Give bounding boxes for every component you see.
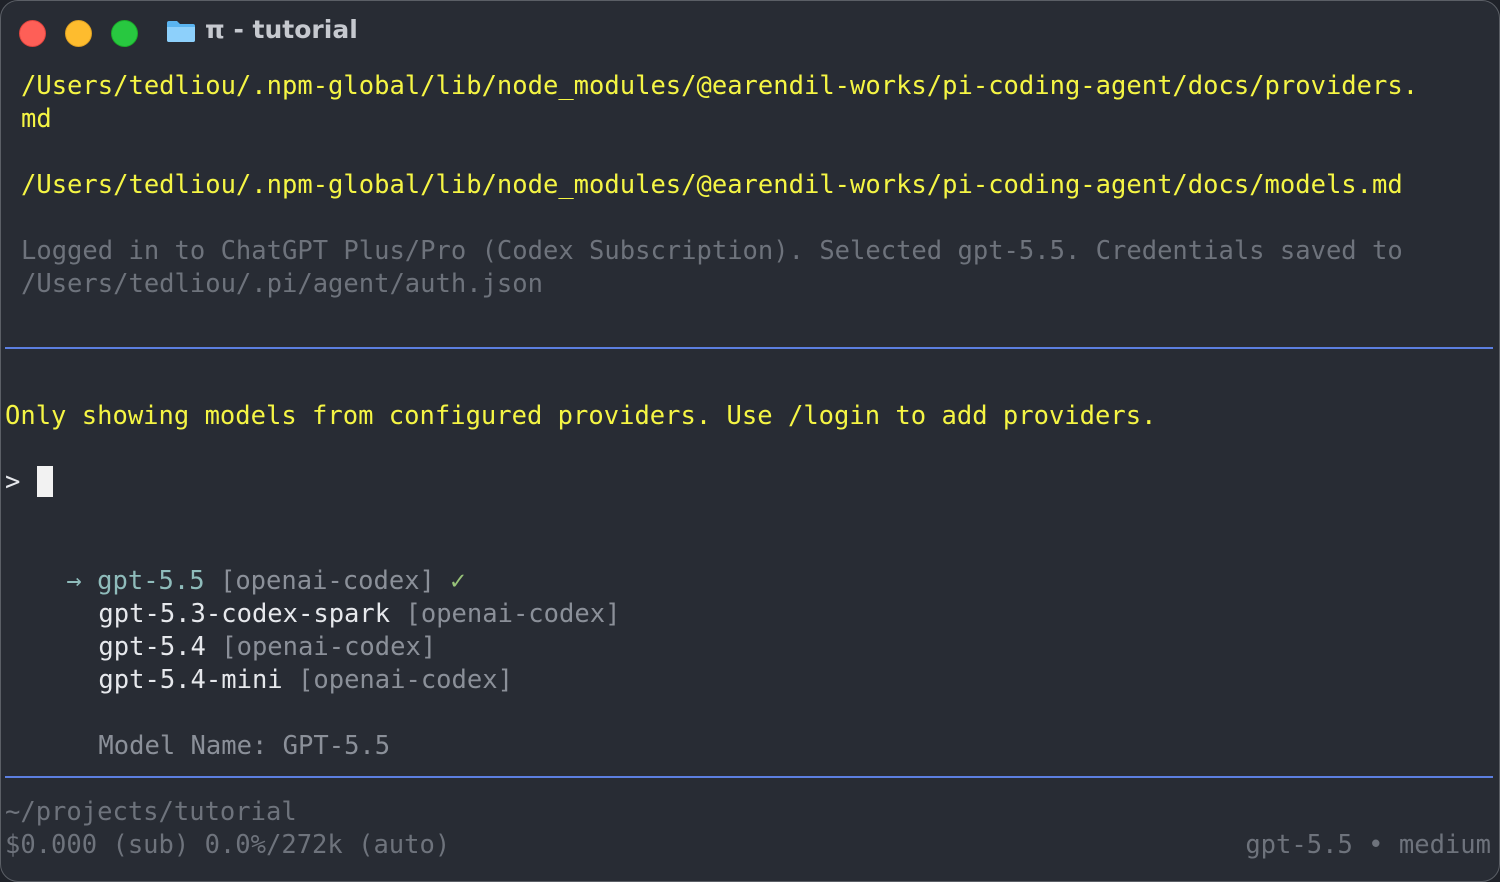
footer-usage: $0.000 (sub) 0.0%/272k (auto): [5, 830, 451, 860]
title-bar: π - tutorial: [1, 1, 1499, 65]
output-path-providers: /Users/tedliou/.npm-global/lib/node_modu…: [21, 71, 1419, 101]
divider-top: [5, 347, 1493, 349]
divider-bottom: [5, 776, 1493, 778]
output-path-models: /Users/tedliou/.npm-global/lib/node_modu…: [21, 170, 1403, 200]
footer-model: gpt-5.5: [1245, 830, 1353, 860]
login-status-path: /Users/tedliou/.pi/agent/auth.json: [21, 269, 543, 299]
model-name-value: GPT-5.5: [282, 731, 391, 761]
model-provider: [openai-codex]: [298, 665, 513, 695]
close-button[interactable]: [19, 20, 46, 47]
model-provider: [openai-codex]: [405, 599, 621, 629]
model-detail: Model Name: GPT-5.5: [37, 697, 390, 761]
search-input-cursor[interactable]: [37, 466, 53, 497]
prompt-symbol: >: [5, 467, 21, 497]
output-path-providers-wrap: md: [21, 104, 52, 134]
model-item[interactable]: gpt-5.3-codex-spark [openai-codex]: [37, 565, 620, 629]
footer-cwd: ~/projects/tutorial: [5, 797, 297, 827]
minimize-button[interactable]: [65, 20, 92, 47]
folder-icon: [167, 21, 195, 42]
window-title: π - tutorial: [205, 15, 358, 44]
footer-model-status: gpt-5.5 • medium: [1245, 829, 1491, 862]
model-item[interactable]: gpt-5.4-mini [openai-codex]: [37, 631, 513, 695]
maximize-button[interactable]: [111, 20, 138, 47]
login-status-line: Logged in to ChatGPT Plus/Pro (Codex Sub…: [21, 236, 1403, 266]
footer-effort: medium: [1398, 830, 1491, 860]
provider-notice: Only showing models from configured prov…: [5, 401, 1157, 431]
model-name-label: Model Name:: [98, 731, 268, 761]
model-item[interactable]: gpt-5.4 [openai-codex]: [37, 598, 436, 662]
model-name: gpt-5.4-mini: [98, 665, 283, 695]
footer-separator: •: [1368, 830, 1384, 860]
terminal-window: π - tutorial /Users/tedliou/.npm-global/…: [0, 0, 1500, 882]
model-item-selected[interactable]: → gpt-5.5 [openai-codex] ✓: [5, 532, 465, 596]
